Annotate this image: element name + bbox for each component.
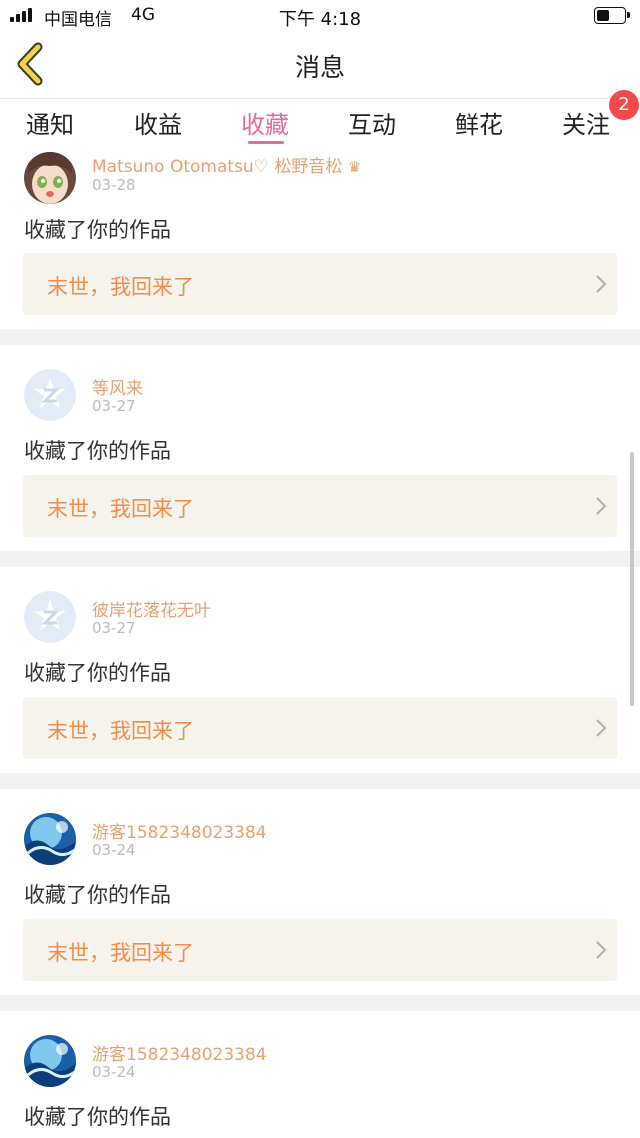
action-text: 收藏了你的作品	[24, 1105, 171, 1129]
username[interactable]: 游客1582348023384	[92, 818, 267, 843]
anime-girl-avatar-icon	[24, 152, 76, 204]
default-avatar-icon	[24, 369, 76, 421]
timestamp: 03-27	[92, 397, 136, 415]
timestamp: 03-27	[92, 619, 136, 637]
crown-icon: ♛	[347, 158, 362, 176]
action-text: 收藏了你的作品	[24, 218, 171, 242]
blue-wave-avatar-icon	[24, 1035, 76, 1087]
tab-favorites[interactable]: 收藏	[241, 105, 289, 140]
battery-icon	[594, 7, 630, 24]
work-title: 末世，我回来了	[47, 275, 194, 299]
avatar[interactable]	[24, 1035, 76, 1087]
tab-flowers[interactable]: 鲜花	[455, 105, 503, 140]
chevron-right-icon	[596, 719, 607, 737]
username[interactable]: 等风来	[92, 374, 143, 399]
active-tab-indicator	[248, 141, 284, 144]
username[interactable]: 游客1582348023384	[92, 1040, 267, 1065]
username[interactable]: Matsuno Otomatsu♡ 松野音松	[92, 157, 342, 177]
follows-count-badge: 2	[609, 90, 639, 120]
work-title: 末世，我回来了	[47, 719, 194, 743]
avatar[interactable]	[24, 369, 76, 421]
action-text: 收藏了你的作品	[24, 661, 171, 685]
list-item: 游客1582348023384 03-24 收藏了你的作品	[0, 1011, 640, 1138]
timestamp: 03-24	[92, 841, 136, 859]
tab-notifications[interactable]: 通知	[26, 105, 74, 140]
action-text: 收藏了你的作品	[24, 883, 171, 907]
avatar[interactable]	[24, 152, 76, 204]
nav-header: 消息	[0, 32, 640, 99]
username[interactable]: 彼岸花落花无叶	[92, 596, 211, 621]
work-link[interactable]: 末世，我回来了	[23, 697, 617, 759]
work-link[interactable]: 末世，我回来了	[23, 253, 617, 315]
tab-bar: 通知 收益 收藏 互动 鲜花 关注	[0, 99, 640, 145]
tab-interactions[interactable]: 互动	[348, 105, 396, 140]
timestamp: 03-28	[92, 176, 136, 194]
blue-wave-avatar-icon	[24, 813, 76, 865]
chevron-right-icon	[596, 497, 607, 515]
scrollbar[interactable]	[630, 452, 634, 706]
timestamp: 03-24	[92, 1063, 136, 1081]
list-item: Matsuno Otomatsu♡ 松野音松 ♛ 03-28 收藏了你的作品 末…	[0, 145, 640, 329]
action-text: 收藏了你的作品	[24, 439, 171, 463]
default-avatar-icon	[24, 591, 76, 643]
chevron-right-icon	[596, 275, 607, 293]
chevron-right-icon	[596, 941, 607, 959]
clock: 下午 4:18	[278, 9, 362, 30]
work-link[interactable]: 末世，我回来了	[23, 919, 617, 981]
tab-follows[interactable]: 关注	[562, 105, 610, 140]
work-title: 末世，我回来了	[47, 497, 194, 521]
avatar[interactable]	[24, 591, 76, 643]
work-title: 末世，我回来了	[47, 941, 194, 965]
list-item: 彼岸花落花无叶 03-27 收藏了你的作品 末世，我回来了	[0, 567, 640, 773]
page-title: 消息	[294, 53, 345, 82]
list-item: 游客1582348023384 03-24 收藏了你的作品 末世，我回来了	[0, 789, 640, 995]
status-bar: 中国电信 4G 下午 4:18	[0, 0, 640, 32]
tab-earnings[interactable]: 收益	[134, 105, 182, 140]
avatar[interactable]	[24, 813, 76, 865]
list-item: 等风来 03-27 收藏了你的作品 末世，我回来了	[0, 345, 640, 551]
work-link[interactable]: 末世，我回来了	[23, 475, 617, 537]
